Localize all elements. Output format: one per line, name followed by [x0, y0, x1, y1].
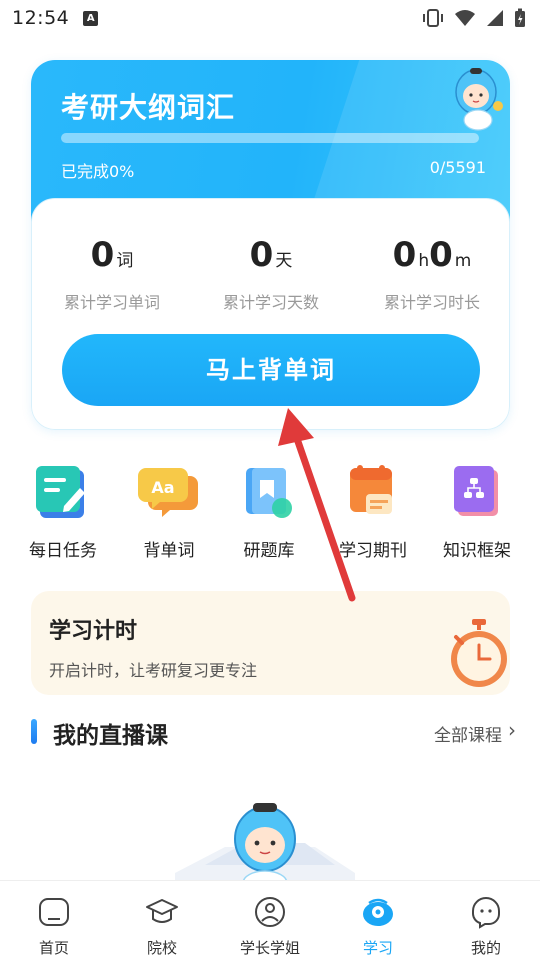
stat-duration-label: 累计学习时长 — [383, 293, 480, 312]
quick-action-journal[interactable]: 学习期刊 — [318, 462, 428, 561]
live-courses-title: 我的直播课 — [53, 723, 168, 749]
notification-icon: A — [83, 10, 99, 26]
question-bank-icon — [246, 468, 292, 518]
quick-action-daily-task[interactable]: 每日任务 — [8, 462, 118, 561]
knowledge-framework-icon — [454, 466, 498, 516]
senior-icon — [255, 897, 285, 927]
stat-words-label: 累计学习单词 — [63, 293, 160, 312]
svg-text:Aa: Aa — [151, 478, 174, 497]
progress-count: 0/5591 — [429, 158, 486, 177]
stat-words-value: 0词 — [90, 235, 134, 275]
home-icon — [39, 898, 69, 926]
quick-actions: 每日任务 Aa 背单词 研题库 学习期刊 知识框架 — [0, 462, 540, 562]
school-icon — [146, 899, 178, 923]
quick-action-vocabulary[interactable]: Aa 背单词 — [114, 462, 224, 561]
nav-label: 学长学姐 — [239, 939, 300, 957]
stat-days: 0天 累计学习天数 — [191, 235, 351, 313]
vocab-book-title: 考研大纲词汇 — [61, 91, 236, 124]
vibrate-icon — [423, 9, 443, 27]
vocab-stats-panel: 0词 累计学习单词 0天 累计学习天数 0 h0 m 累计学习时长 马上背单词 — [31, 198, 510, 430]
live-courses-header: 我的直播课 全部课程 › — [31, 714, 516, 750]
timer-subtitle: 开启计时，让考研复习更专注 — [49, 661, 258, 680]
quick-action-label: 研题库 — [243, 541, 295, 561]
quick-action-label: 知识框架 — [443, 541, 511, 561]
all-courses-link[interactable]: 全部课程 — [434, 721, 502, 746]
vocab-card: 考研大纲词汇 已完成0% 0/5591 0词 累计学习单词 0天 累计学习天数 … — [31, 60, 510, 430]
signal-icon — [487, 10, 503, 26]
study-timer-card[interactable]: 学习计时 开启计时，让考研复习更专注 — [31, 591, 510, 695]
section-accent-bar — [31, 719, 37, 744]
timer-title: 学习计时 — [49, 619, 138, 644]
battery-icon — [515, 8, 525, 27]
quick-action-label: 学习期刊 — [339, 541, 407, 561]
stat-words: 0词 累计学习单词 — [32, 235, 192, 313]
status-icons — [422, 8, 526, 28]
mascot-icon — [455, 68, 503, 131]
nav-label: 我的 — [470, 939, 501, 957]
chevron-right-icon[interactable]: › — [508, 718, 516, 742]
start-memorize-button[interactable]: 马上背单词 — [62, 334, 480, 406]
nav-label: 学习 — [362, 939, 393, 957]
stopwatch-icon — [451, 619, 507, 687]
vocabulary-icon: Aa — [138, 468, 198, 517]
nav-profile[interactable]: 我的 — [432, 881, 540, 960]
quick-action-label: 背单词 — [143, 541, 195, 561]
progress-label: 已完成0% — [61, 162, 135, 181]
nav-label: 首页 — [38, 939, 69, 957]
nav-school[interactable]: 院校 — [108, 881, 216, 960]
profile-icon — [472, 896, 500, 929]
wifi-icon — [455, 10, 475, 26]
stat-duration: 0 h0 m 累计学习时长 — [352, 235, 510, 313]
status-time: 12:54 — [12, 7, 70, 29]
nav-study[interactable]: 学习 — [324, 881, 432, 960]
study-icon — [363, 898, 393, 926]
quick-action-question-bank[interactable]: 研题库 — [214, 462, 324, 561]
nav-home[interactable]: 首页 — [0, 881, 108, 960]
nav-senior[interactable]: 学长学姐 — [216, 881, 324, 960]
bottom-navigation: 首页 院校 学长学姐 学习 我的 — [0, 880, 540, 960]
stat-days-label: 累计学习天数 — [222, 293, 319, 312]
nav-label: 院校 — [146, 939, 177, 957]
journal-icon — [350, 465, 392, 514]
stat-duration-value: 0 h0 m — [392, 235, 472, 275]
stat-days-value: 0天 — [249, 235, 293, 275]
daily-task-icon — [36, 466, 85, 518]
status-bar: 12:54 A — [0, 0, 540, 36]
quick-action-knowledge-framework[interactable]: 知识框架 — [422, 462, 532, 561]
vocab-progress-bar — [61, 133, 479, 143]
quick-action-label: 每日任务 — [29, 541, 97, 561]
